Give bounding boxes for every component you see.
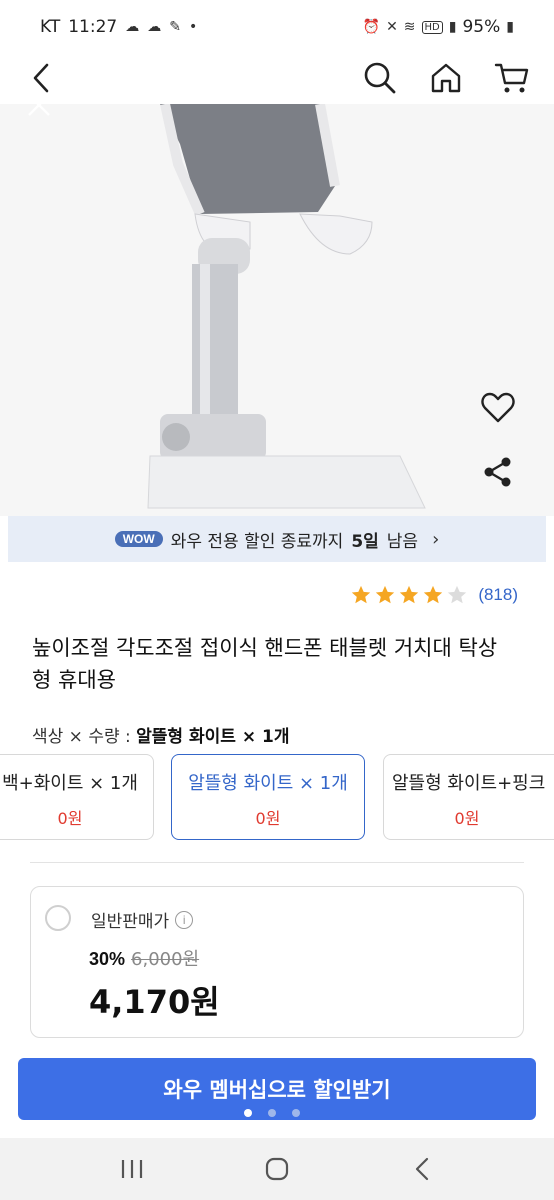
option-card[interactable]: 백+화이트 × 1개 0원 — [0, 754, 154, 840]
option-carousel[interactable]: 백+화이트 × 1개 0원 알뜰형 화이트 × 1개 0원 알뜰형 화이트+핑크… — [0, 754, 554, 844]
option-price: 0원 — [255, 809, 281, 828]
wishlist-button[interactable] — [478, 388, 518, 428]
home-nav-icon — [265, 1157, 289, 1181]
recent-apps-button[interactable] — [110, 1149, 154, 1189]
battery-icon: ▮ — [506, 19, 514, 35]
app-header — [0, 54, 554, 104]
star-filled-icon — [424, 585, 443, 604]
product-title: 높이조절 각도조절 접이식 핸드폰 태블렛 거치대 탁상형 휴대용 — [32, 636, 498, 692]
pager-dot — [268, 1109, 276, 1117]
star-rating — [350, 584, 468, 606]
option-name: 백+화이트 × 1개 — [2, 773, 138, 794]
cart-button[interactable] — [492, 58, 532, 98]
back-button[interactable] — [24, 60, 58, 96]
heart-icon — [481, 392, 515, 423]
star-filled-icon — [376, 585, 395, 604]
wow-banner-days: 5일 — [351, 531, 379, 552]
home-button[interactable] — [426, 58, 466, 98]
star-empty-icon — [448, 585, 467, 604]
option-card[interactable]: 알뜰형 화이트+핑크 0원 — [383, 754, 554, 840]
battery-percent: 95% — [462, 17, 501, 37]
price-label-text: 일반판매가 — [91, 912, 170, 932]
back-arrow-icon — [33, 63, 49, 93]
cloud-icon: ☁ — [125, 19, 140, 35]
close-icon — [28, 104, 50, 116]
option-name: 알뜰형 화이트 × 1개 — [188, 773, 348, 794]
price-label: 일반판매가 i — [91, 907, 194, 932]
alarm-icon: ⏰ — [362, 19, 381, 35]
status-bar: KT 11:27 ☁ ☁ ✎ • ⏰ ✕ ≋ HD ▮ 95% ▮ — [0, 0, 554, 54]
option-price: 0원 — [454, 809, 480, 828]
info-icon[interactable]: i — [175, 910, 194, 929]
discount-rate: 30% — [89, 949, 126, 969]
back-nav-icon — [415, 1157, 428, 1181]
wow-banner-text: 와우 전용 할인 종료까지 — [170, 531, 344, 552]
option-price: 0원 — [57, 809, 83, 828]
back-nav-button[interactable] — [400, 1149, 444, 1189]
notification-icon: ✎ — [169, 19, 181, 35]
price-option-box[interactable]: 일반판매가 i 30% 6,000원 4,170원 — [30, 886, 524, 1038]
product-image[interactable] — [0, 104, 554, 516]
signal-icon: ▮ — [448, 19, 457, 35]
option-name: 알뜰형 화이트+핑크 — [392, 773, 546, 794]
wow-banner-suffix: 남음 — [386, 531, 419, 552]
star-filled-icon — [400, 585, 419, 604]
option-label: 색상 × 수량 : 알뜰형 화이트 × 1개 — [32, 722, 289, 747]
home-nav-button[interactable] — [255, 1149, 299, 1189]
cloud-icon-2: ☁ — [147, 19, 162, 35]
search-icon — [364, 62, 396, 94]
close-button[interactable] — [24, 104, 54, 120]
product-photo — [147, 104, 426, 509]
search-button[interactable] — [360, 58, 400, 98]
original-price: 6,000원 — [131, 949, 200, 970]
discount-line: 30% 6,000원 — [89, 945, 199, 971]
pager-dot — [244, 1109, 252, 1117]
wifi-icon: ≋ — [403, 19, 416, 35]
price-radio-button[interactable] — [45, 905, 71, 931]
star-filled-icon — [352, 585, 371, 604]
product-rating[interactable]: (818) — [350, 584, 518, 606]
recent-apps-icon — [122, 1160, 143, 1178]
wow-discount-banner[interactable]: WOW 와우 전용 할인 종료까지 5일 남음 › — [8, 516, 546, 562]
divider — [30, 862, 524, 863]
carrier-label: KT — [40, 17, 61, 37]
hd-icon: HD — [421, 20, 443, 34]
home-icon — [431, 63, 461, 93]
clock: 11:27 — [68, 17, 118, 37]
more-dot-icon: • — [188, 19, 198, 35]
share-icon — [484, 457, 511, 487]
wow-badge: WOW — [114, 531, 163, 547]
mute-icon: ✕ — [386, 19, 398, 35]
sale-price: 4,170원 — [89, 983, 220, 1021]
option-label-prefix: 색상 × 수량 : — [32, 727, 131, 747]
pager-dots — [244, 1109, 300, 1117]
pager-dot — [292, 1109, 300, 1117]
option-selected-value: 알뜰형 화이트 × 1개 — [136, 727, 290, 747]
chevron-right-icon: › — [432, 528, 440, 550]
review-count[interactable]: (818) — [478, 585, 518, 605]
system-nav-bar — [0, 1138, 554, 1200]
share-button[interactable] — [478, 452, 518, 492]
cart-icon — [494, 63, 529, 93]
option-card-selected[interactable]: 알뜰형 화이트 × 1개 0원 — [171, 754, 365, 840]
